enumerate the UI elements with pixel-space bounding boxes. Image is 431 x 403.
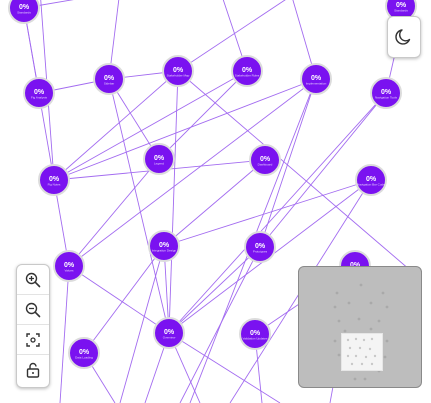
graph-node[interactable]: 0%Stakeholder Map [162, 55, 194, 87]
node-title: Overview [163, 336, 176, 340]
node-title: Values [65, 269, 74, 273]
graph-node[interactable]: 0%Legend [143, 143, 175, 175]
graph-node[interactable]: 0%Fig Notes [38, 164, 70, 196]
node-title: Integration Design [152, 249, 177, 253]
unlock-icon [26, 362, 40, 378]
zoom-out-button[interactable] [17, 295, 49, 325]
node-title: Fig Analysis [31, 96, 48, 100]
graph-edge [83, 245, 165, 354]
graph-edge [68, 265, 170, 334]
theme-toggle-button[interactable] [387, 16, 421, 58]
graph-node[interactable]: 0%Navigation Tools [370, 77, 402, 109]
node-title: Validation Updates [243, 337, 268, 341]
node-title: Standards [17, 11, 31, 15]
graph-edge [108, 78, 170, 334]
graph-node[interactable]: 0%Validation Updates [239, 318, 271, 350]
graph-node[interactable]: 0%Dashboard [249, 144, 281, 176]
graph-edge [163, 159, 266, 247]
node-title: Standards [394, 9, 408, 13]
node-title: Navigation Bar Code [357, 183, 385, 187]
zoom-in-icon [25, 272, 41, 287]
graph-edge [168, 70, 179, 334]
node-title: Fig Notes [48, 183, 61, 187]
graph-node[interactable]: 0%Sidebar [93, 63, 125, 95]
fit-view-icon [26, 332, 40, 347]
lock-toggle-button[interactable] [17, 355, 49, 385]
node-title: Stakeholder Map [167, 74, 190, 78]
graph-node[interactable]: 0%Standards [8, 0, 40, 24]
zoom-controls-panel [16, 264, 50, 388]
moon-icon [395, 29, 411, 45]
graph-node[interactable]: 0%Prototypes [244, 231, 276, 263]
node-title: Data Loading [75, 356, 93, 360]
graph-node[interactable]: 0%Overview [153, 317, 185, 349]
graph-node[interactable]: 0%Data Loading [68, 337, 100, 369]
minimap-viewport-nodes [346, 337, 377, 366]
graph-edge [168, 246, 261, 334]
zoom-in-button[interactable] [17, 265, 49, 295]
graph-node[interactable]: 0%Values [53, 250, 85, 282]
minimap[interactable] [298, 266, 422, 388]
node-title: Implementation [306, 82, 327, 86]
node-title: Navigation Tools [375, 96, 397, 100]
node-title: Dashboard [258, 163, 273, 167]
graph-node[interactable]: 0%Navigation Bar Code [355, 164, 387, 196]
node-title: Legend [154, 162, 164, 166]
minimap-viewport[interactable] [341, 333, 383, 371]
graph-node[interactable]: 0%Stakeholder Rules [231, 55, 263, 87]
graph-node[interactable]: 0%Implementation [300, 63, 332, 95]
graph-node[interactable]: 0%Fig Analysis [23, 77, 55, 109]
node-title: Sidebar [104, 82, 114, 86]
node-title: Prototypes [253, 250, 268, 254]
graph-edge [68, 158, 160, 267]
node-title: Stakeholder Rules [235, 74, 260, 78]
graph-node[interactable]: 0%Integration Design [148, 230, 180, 262]
graph-edge-offscreen [59, 265, 70, 403]
fit-view-button[interactable] [17, 325, 49, 355]
zoom-out-icon [25, 302, 41, 317]
graph-edge [68, 78, 317, 267]
